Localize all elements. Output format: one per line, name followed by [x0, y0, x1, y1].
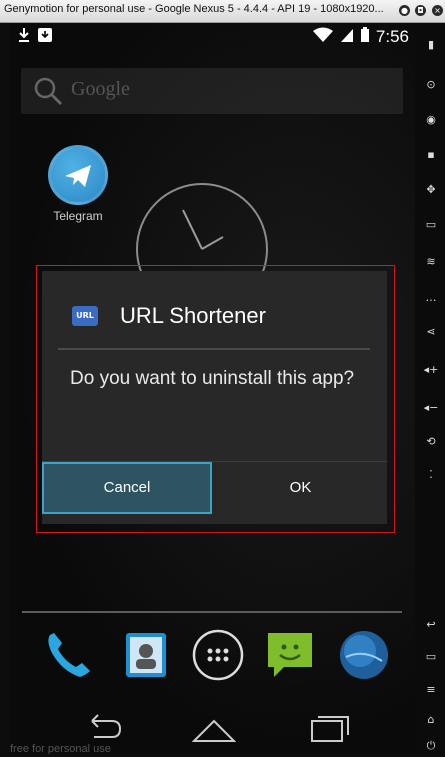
google-search-bar[interactable]: Google	[21, 68, 403, 114]
camera-icon[interactable]: ▪	[422, 148, 440, 166]
url-shortener-app-icon: URL	[72, 306, 98, 326]
webcam-icon[interactable]: ◉	[422, 113, 440, 131]
dialog-message: Do you want to uninstall this app?	[70, 368, 355, 389]
app-drawer-icon[interactable]	[190, 627, 246, 683]
sidebar-menu-icon[interactable]: ≡	[422, 683, 440, 701]
search-icon	[33, 76, 63, 110]
status-time: 7:56	[375, 27, 409, 46]
browser-icon[interactable]	[336, 627, 392, 683]
gps-icon[interactable]: ⊙	[422, 78, 440, 96]
battery-widget-icon[interactable]: ▮	[422, 38, 440, 56]
home-icon[interactable]	[191, 713, 237, 743]
recents-icon[interactable]	[310, 713, 350, 743]
dpad-icon[interactable]: ✥	[422, 183, 440, 201]
dock	[40, 627, 390, 687]
app-label: Telegram	[53, 209, 103, 223]
emulator-sidebar: ▮ ⊙ ◉ ▪ ✥ ▭ ≋ … ⋖ ◂+ ◂− ⟲ ⁚ ↩ ▭ ≡ ⌂ ⏻	[415, 23, 445, 754]
status-bar: 7:56	[10, 23, 415, 49]
ok-button[interactable]: OK	[214, 462, 387, 514]
pixel-perfect-icon[interactable]: ⁚	[422, 468, 440, 486]
sidebar-home-icon[interactable]: ⌂	[422, 713, 440, 731]
contacts-icon[interactable]	[118, 627, 174, 683]
dialog-title: URL Shortener	[120, 303, 266, 328]
window-titlebar: Genymotion for personal use - Google Nex…	[0, 0, 445, 23]
wifi-icon	[312, 27, 334, 47]
share-icon[interactable]: ⋖	[422, 325, 440, 343]
volume-up-icon[interactable]: ◂+	[422, 363, 440, 381]
network-icon[interactable]: ≋	[422, 255, 440, 273]
power-icon[interactable]: ⏻	[422, 739, 440, 757]
maximize-icon[interactable]: ◘	[415, 5, 426, 16]
window-title: Genymotion for personal use - Google Nex…	[4, 3, 384, 15]
device-screen: 7:56 Google Telegram URL URL Shortener D…	[10, 23, 415, 754]
signal-icon	[340, 27, 354, 47]
uninstall-dialog: URL URL Shortener Do you want to uninsta…	[42, 271, 387, 524]
rotate-icon[interactable]: ⟲	[422, 435, 440, 453]
messaging-icon[interactable]	[262, 627, 318, 683]
sidebar-recents-icon[interactable]: ▭	[422, 650, 440, 668]
battery-icon	[360, 27, 370, 47]
dialog-divider	[58, 348, 370, 350]
telegram-icon	[48, 145, 108, 205]
download-icon	[18, 26, 62, 48]
volume-down-icon[interactable]: ◂−	[422, 401, 440, 419]
watermark-text: free for personal use	[10, 743, 111, 754]
back-icon[interactable]	[82, 713, 122, 743]
cancel-button[interactable]: Cancel	[42, 462, 212, 514]
minimize-icon[interactable]: ●	[399, 5, 410, 16]
phone-icon[interactable]	[40, 627, 96, 683]
search-placeholder: Google	[71, 78, 130, 100]
sms-icon[interactable]: …	[422, 291, 440, 309]
dialog-button-row: Cancel OK	[42, 461, 387, 515]
dock-divider	[22, 611, 402, 613]
close-icon[interactable]: ×	[432, 5, 443, 16]
sidebar-back-icon[interactable]: ↩	[422, 618, 440, 636]
device-id-icon[interactable]: ▭	[422, 218, 440, 236]
app-telegram[interactable]: Telegram	[48, 145, 108, 223]
